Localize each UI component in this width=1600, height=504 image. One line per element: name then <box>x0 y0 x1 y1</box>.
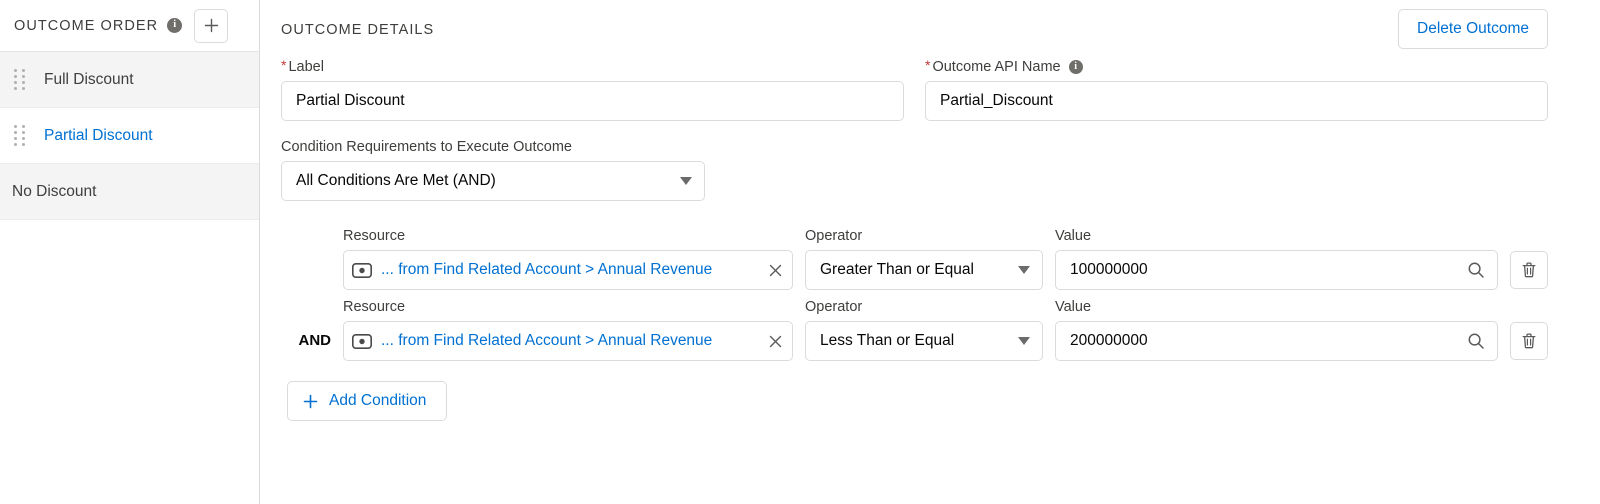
resource-column-header: Resource <box>343 227 793 245</box>
drag-handle-icon[interactable] <box>14 125 26 147</box>
condition-value-group: Value <box>1055 298 1498 361</box>
condition-logic-label: AND <box>281 332 343 361</box>
resource-pill[interactable]: ... from Find Related Account > Annual R… <box>343 250 793 290</box>
label-field-group: *Label <box>281 58 904 121</box>
operator-select-wrap: Greater Than or Equal <box>805 250 1043 290</box>
value-input-wrap <box>1055 321 1498 361</box>
conditions-list: Resource ... from Find Related Account >… <box>281 227 1548 421</box>
name-fields-row: *Label *Outcome API Name i <box>281 58 1548 121</box>
condition-row: Resource ... from Find Related Account >… <box>281 227 1548 290</box>
operator-select[interactable]: Greater Than or Equal <box>805 250 1043 290</box>
plus-icon <box>203 17 220 34</box>
resource-column-header: Resource <box>343 298 793 316</box>
condition-value-input[interactable] <box>1055 250 1498 290</box>
outcome-item-label: Partial Discount <box>44 127 153 145</box>
drag-handle-icon[interactable] <box>14 69 26 91</box>
currency-icon <box>351 333 373 350</box>
label-field-label: *Label <box>281 58 904 76</box>
close-icon[interactable] <box>767 262 783 278</box>
outcome-details-panel: OUTCOME DETAILS Delete Outcome *Label *O… <box>260 0 1600 504</box>
page-title: OUTCOME DETAILS <box>281 20 1548 40</box>
operator-column-header: Operator <box>805 298 1043 316</box>
search-icon[interactable] <box>1466 260 1486 280</box>
condition-value-input[interactable] <box>1055 321 1498 361</box>
delete-outcome-button[interactable]: Delete Outcome <box>1398 9 1548 49</box>
outcome-editor: OUTCOME ORDER i Full Discount Partial Di… <box>0 0 1600 504</box>
operator-value: Less Than or Equal <box>820 332 954 350</box>
sidebar-header: OUTCOME ORDER i <box>0 0 259 52</box>
condition-requirements-select-wrap: All Conditions Are Met (AND) <box>281 161 705 201</box>
outcome-list-item-full-discount[interactable]: Full Discount <box>0 52 259 108</box>
condition-requirements-group: Condition Requirements to Execute Outcom… <box>281 138 705 201</box>
plus-icon <box>302 393 319 410</box>
outcome-item-label: No Discount <box>12 183 96 201</box>
currency-icon <box>351 262 373 279</box>
api-name-field-label: *Outcome API Name i <box>925 58 1548 76</box>
resource-pill-label: ... from Find Related Account > Annual R… <box>381 261 759 279</box>
outcome-list-item-partial-discount[interactable]: Partial Discount <box>0 108 259 164</box>
value-column-header: Value <box>1055 298 1498 316</box>
api-name-input[interactable] <box>925 81 1548 121</box>
operator-column-header: Operator <box>805 227 1043 245</box>
outcome-item-label: Full Discount <box>44 71 134 89</box>
condition-resource-group: Resource ... from Find Related Account >… <box>343 298 793 361</box>
outcome-list: Full Discount Partial Discount No Discou… <box>0 52 259 220</box>
operator-value: Greater Than or Equal <box>820 261 974 279</box>
condition-row: AND Resource ... from Find Related Accou… <box>281 298 1548 361</box>
operator-select-wrap: Less Than or Equal <box>805 321 1043 361</box>
condition-requirements-value: All Conditions Are Met (AND) <box>296 172 496 190</box>
condition-requirements-select[interactable]: All Conditions Are Met (AND) <box>281 161 705 201</box>
label-input[interactable] <box>281 81 904 121</box>
add-condition-label: Add Condition <box>329 392 426 410</box>
required-marker: * <box>281 57 286 73</box>
add-condition-button[interactable]: Add Condition <box>287 381 447 421</box>
condition-value-group: Value <box>1055 227 1498 290</box>
operator-select[interactable]: Less Than or Equal <box>805 321 1043 361</box>
condition-operator-group: Operator Greater Than or Equal <box>805 227 1043 290</box>
info-icon[interactable]: i <box>167 18 182 33</box>
sidebar-title: OUTCOME ORDER <box>14 18 158 34</box>
resource-pill-label: ... from Find Related Account > Annual R… <box>381 332 759 350</box>
value-column-header: Value <box>1055 227 1498 245</box>
trash-icon <box>1521 261 1537 279</box>
close-icon[interactable] <box>767 333 783 349</box>
outcome-list-item-no-discount[interactable]: No Discount <box>0 164 259 220</box>
condition-logic-label <box>281 278 343 290</box>
required-marker: * <box>925 57 930 73</box>
label-text: Label <box>288 59 323 75</box>
api-name-text: Outcome API Name <box>932 59 1060 75</box>
resource-pill[interactable]: ... from Find Related Account > Annual R… <box>343 321 793 361</box>
condition-requirements-label: Condition Requirements to Execute Outcom… <box>281 138 705 156</box>
delete-condition-button[interactable] <box>1510 322 1548 360</box>
outcome-order-sidebar: OUTCOME ORDER i Full Discount Partial Di… <box>0 0 260 504</box>
value-input-wrap <box>1055 250 1498 290</box>
add-outcome-button[interactable] <box>194 9 228 43</box>
delete-condition-button[interactable] <box>1510 251 1548 289</box>
api-name-field-group: *Outcome API Name i <box>925 58 1548 121</box>
trash-icon <box>1521 332 1537 350</box>
condition-resource-group: Resource ... from Find Related Account >… <box>343 227 793 290</box>
info-icon[interactable]: i <box>1069 60 1083 74</box>
search-icon[interactable] <box>1466 331 1486 351</box>
condition-operator-group: Operator Less Than or Equal <box>805 298 1043 361</box>
